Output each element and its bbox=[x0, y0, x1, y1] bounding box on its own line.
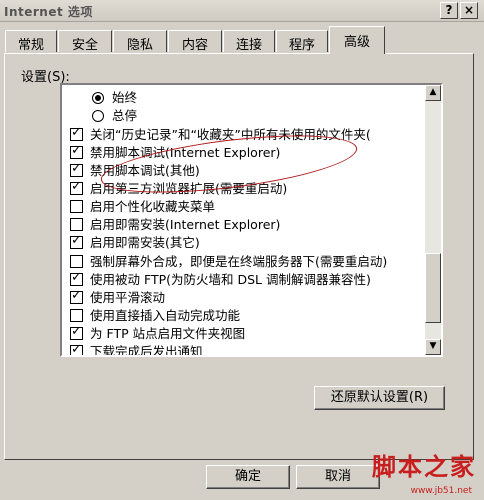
vertical-scrollbar[interactable]: ▲ ▼ bbox=[425, 85, 441, 355]
list-item-label: 关闭“历史记录”和“收藏夹”中所有未使用的文件夹( bbox=[90, 127, 371, 142]
list-item-label: 始终 bbox=[112, 90, 138, 105]
restore-defaults-button[interactable]: 还原默认设置(R) bbox=[314, 386, 445, 410]
list-item-label: 强制屏幕外合成，即便是在终端服务器下(需要重启动) bbox=[90, 254, 388, 269]
list-item[interactable]: ✓ 下载完成后发出通知 bbox=[70, 342, 203, 357]
tab-programs[interactable]: 程序 bbox=[276, 30, 328, 53]
check-icon: ✓ bbox=[71, 233, 82, 248]
list-item[interactable]: ✓ 使用被动 FTP(为防火墙和 DSL 调制解调器兼容性) bbox=[70, 270, 371, 289]
title-bar: Internet 选项 ? × bbox=[0, 0, 484, 22]
list-item[interactable]: 启用个性化收藏夹菜单 bbox=[70, 198, 215, 216]
checkbox[interactable]: ✓ bbox=[70, 342, 83, 357]
checkbox[interactable] bbox=[70, 255, 83, 268]
ok-button[interactable]: 确定 bbox=[206, 465, 290, 489]
checkbox[interactable] bbox=[70, 218, 83, 231]
list-item[interactable]: ✓ 禁用脚本调试(Internet Explorer) bbox=[70, 143, 281, 162]
tab-privacy[interactable]: 隐私 bbox=[113, 30, 167, 53]
checkbox[interactable]: ✓ bbox=[70, 161, 83, 177]
list-item-label: 启用第三方浏览器扩展(需要重启动) bbox=[90, 181, 288, 196]
list-item-label: 启用即需安装(Internet Explorer) bbox=[90, 217, 281, 232]
watermark-logo: 脚本之家 bbox=[372, 452, 476, 481]
check-icon: ✓ bbox=[71, 270, 82, 285]
list-item[interactable]: ✓ 使用平滑滚动 bbox=[70, 288, 166, 307]
checkbox[interactable]: ✓ bbox=[70, 324, 83, 340]
check-icon: ✓ bbox=[71, 143, 82, 158]
list-item[interactable]: ✓ 启用即需安装(其它) bbox=[70, 233, 200, 252]
scroll-up-button[interactable]: ▲ bbox=[425, 85, 441, 101]
check-icon: ✓ bbox=[71, 125, 82, 140]
list-item-label: 启用个性化收藏夹菜单 bbox=[90, 199, 216, 214]
list-item[interactable]: 使用直接插入自动完成功能 bbox=[70, 307, 240, 325]
radio-button[interactable] bbox=[92, 110, 104, 122]
checkbox[interactable] bbox=[70, 200, 83, 213]
radio-button[interactable] bbox=[92, 92, 104, 104]
check-icon: ✓ bbox=[71, 342, 82, 357]
cancel-button[interactable]: 取消 bbox=[296, 465, 380, 489]
checkbox[interactable]: ✓ bbox=[70, 143, 83, 159]
list-item-label: 总停 bbox=[112, 108, 138, 123]
tab-content[interactable]: 内容 bbox=[168, 30, 222, 53]
check-icon: ✓ bbox=[71, 288, 82, 303]
tab-security[interactable]: 安全 bbox=[58, 30, 112, 53]
tab-advanced[interactable]: 高级 bbox=[329, 26, 385, 54]
list-item-label: 使用直接插入自动完成功能 bbox=[90, 308, 241, 323]
list-item-label: 禁用脚本调试(Internet Explorer) bbox=[90, 145, 281, 160]
scroll-thumb[interactable] bbox=[425, 253, 441, 323]
window-title: Internet 选项 bbox=[4, 5, 93, 19]
checkbox[interactable]: ✓ bbox=[70, 288, 83, 304]
list-item-label: 禁用脚本调试(其他) bbox=[90, 163, 200, 178]
list-item-label: 使用被动 FTP(为防火墙和 DSL 调制解调器兼容性) bbox=[90, 272, 371, 287]
list-item-label: 启用即需安装(其它) bbox=[90, 235, 200, 250]
close-button[interactable]: × bbox=[460, 2, 478, 19]
list-item[interactable]: ✓ 禁用脚本调试(其他) bbox=[70, 161, 200, 180]
settings-list[interactable]: 始终 总停 ✓ 关闭“历史记录”和“收藏夹”中所有未使用的文件夹( ✓ 禁用脚本调试… bbox=[60, 83, 443, 357]
checkbox[interactable] bbox=[70, 309, 83, 322]
list-item-label: 为 FTP 站点启用文件夹视图 bbox=[90, 326, 246, 341]
tab-connections[interactable]: 连接 bbox=[223, 30, 275, 53]
list-item[interactable]: ✓ 关闭“历史记录”和“收藏夹”中所有未使用的文件夹( bbox=[70, 125, 371, 144]
checkbox[interactable]: ✓ bbox=[70, 125, 83, 141]
list-item[interactable]: 启用即需安装(Internet Explorer) bbox=[70, 216, 280, 234]
list-item-label: 下载完成后发出通知 bbox=[90, 344, 203, 357]
help-button[interactable]: ? bbox=[440, 2, 458, 19]
checkbox[interactable]: ✓ bbox=[70, 270, 83, 286]
list-item[interactable]: 总停 bbox=[92, 107, 137, 125]
check-icon: ✓ bbox=[71, 161, 82, 176]
checkbox[interactable]: ✓ bbox=[70, 233, 83, 249]
scroll-down-button[interactable]: ▼ bbox=[425, 339, 441, 355]
list-item[interactable]: ✓ 启用第三方浏览器扩展(需要重启动) bbox=[70, 179, 288, 198]
check-icon: ✓ bbox=[71, 324, 82, 339]
list-item-label: 使用平滑滚动 bbox=[90, 290, 166, 305]
list-item[interactable]: 强制屏幕外合成，即便是在终端服务器下(需要重启动) bbox=[70, 253, 387, 271]
list-item[interactable]: 始终 bbox=[92, 89, 137, 107]
tab-general[interactable]: 常规 bbox=[5, 30, 57, 53]
watermark-url: www.jb51.net bbox=[410, 486, 472, 496]
list-item[interactable]: ✓ 为 FTP 站点启用文件夹视图 bbox=[70, 324, 246, 343]
check-icon: ✓ bbox=[71, 179, 82, 194]
checkbox[interactable]: ✓ bbox=[70, 179, 83, 195]
